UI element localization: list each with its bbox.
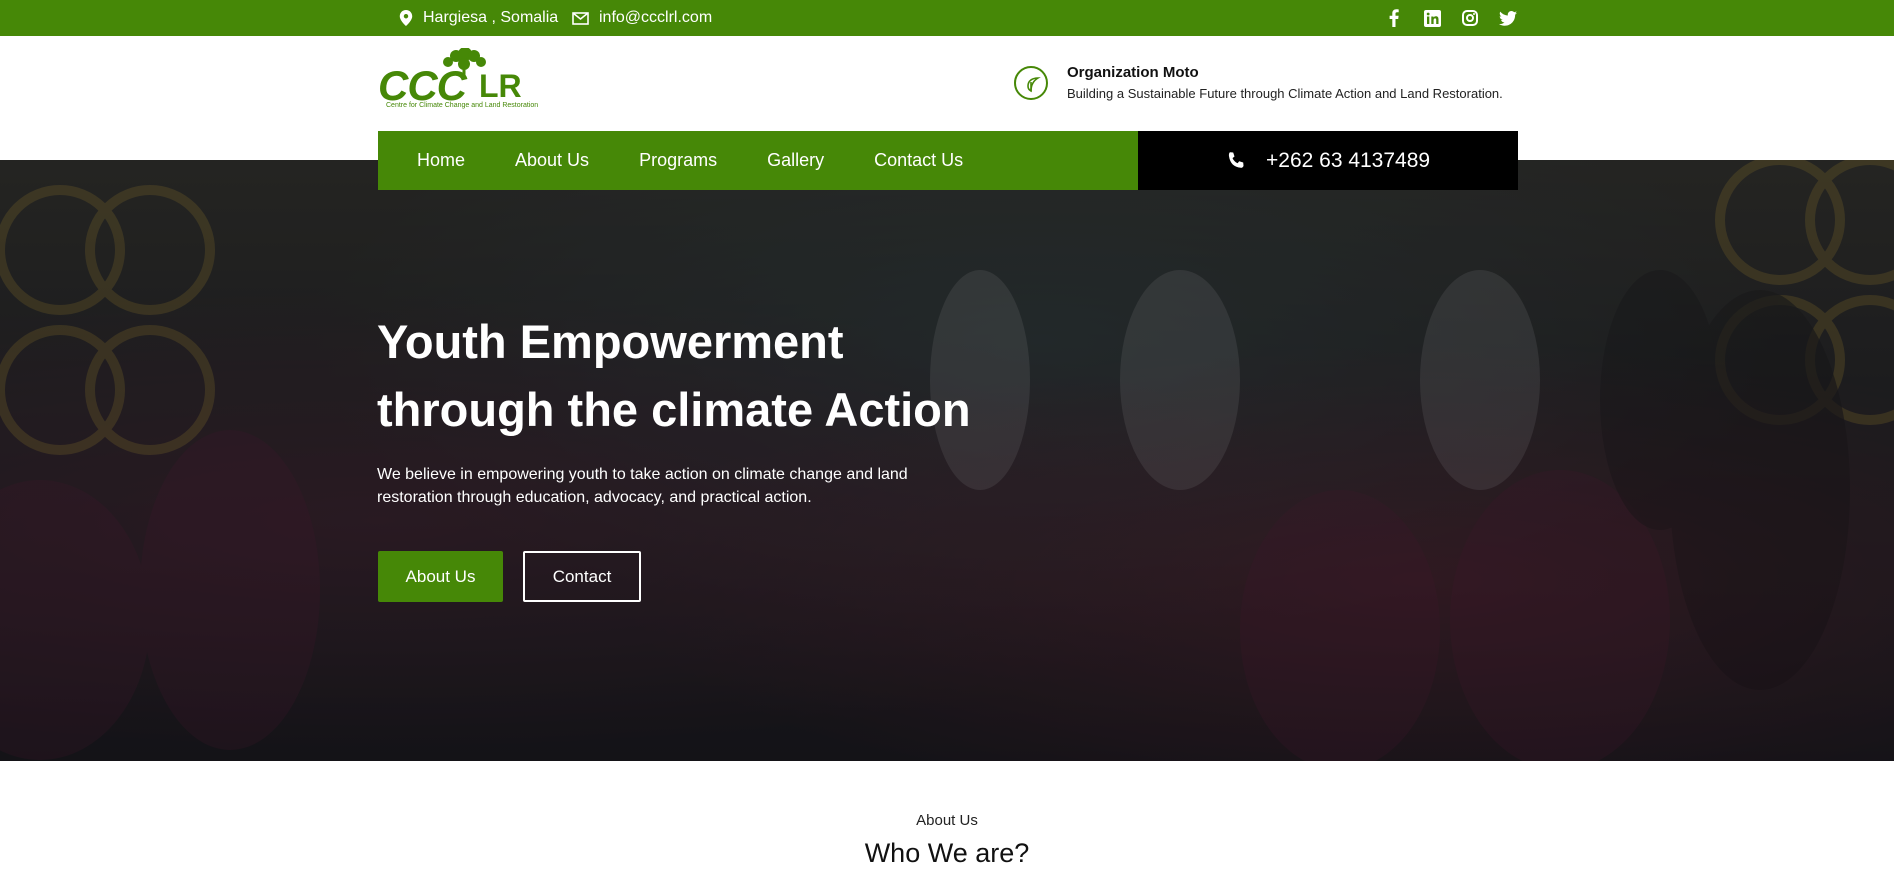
phone-icon bbox=[1228, 151, 1244, 168]
motto-title: Organization Moto bbox=[1067, 64, 1199, 81]
location-text: Hargiesa , Somalia bbox=[423, 9, 559, 26]
phone-number[interactable]: +262 63 4137489 bbox=[1266, 149, 1430, 173]
nav-item-contact-us[interactable]: Contact Us bbox=[874, 150, 963, 171]
location-info: Hargiesa , Somalia bbox=[399, 0, 558, 36]
about-label: About Us bbox=[916, 812, 978, 829]
about-us-button[interactable]: About Us bbox=[378, 551, 503, 602]
hero-title: Youth Empowerment through the climate Ac… bbox=[377, 308, 971, 444]
logo[interactable]: CCC LR Centre for Climate Change and Lan… bbox=[378, 48, 538, 114]
facebook-icon[interactable] bbox=[1382, 0, 1406, 36]
motto-text: Building a Sustainable Future through Cl… bbox=[1067, 86, 1503, 101]
logo-subtitle: Centre for Climate Change and Land Resto… bbox=[386, 102, 539, 109]
nav-item-home[interactable]: Home bbox=[417, 150, 465, 171]
map-pin-icon bbox=[399, 10, 413, 26]
nav-item-gallery[interactable]: Gallery bbox=[767, 150, 824, 171]
mail-icon bbox=[572, 11, 589, 25]
instagram-icon[interactable] bbox=[1458, 0, 1482, 36]
linkedin-icon[interactable] bbox=[1420, 0, 1444, 36]
email-text[interactable]: info@ccclrl.com bbox=[599, 9, 712, 27]
leaf-icon bbox=[1014, 66, 1048, 100]
hero-section: Youth Empowerment through the climate Ac… bbox=[0, 160, 1894, 761]
contact-button[interactable]: Contact bbox=[523, 551, 641, 602]
hero-description: We believe in empowering youth to take a… bbox=[377, 466, 908, 506]
hero-title-line1: Youth Empowerment bbox=[377, 315, 844, 368]
logo-suffix-text: LR bbox=[479, 68, 522, 104]
twitter-icon[interactable] bbox=[1496, 0, 1520, 36]
phone-box[interactable]: +262 63 4137489 bbox=[1138, 131, 1518, 190]
about-title: Who We are? bbox=[864, 838, 1030, 868]
nav-item-programs[interactable]: Programs bbox=[639, 150, 717, 171]
hero-title-line2: through the climate Action bbox=[377, 383, 971, 436]
nav-item-about-us[interactable]: About Us bbox=[515, 150, 589, 171]
main-nav: Home About Us Programs Gallery Contact U… bbox=[378, 131, 1138, 190]
hero-overlay bbox=[0, 160, 1894, 761]
top-bar: Hargiesa , Somalia info@ccclrl.com bbox=[0, 0, 1894, 36]
email-info[interactable]: info@ccclrl.com bbox=[572, 0, 712, 36]
